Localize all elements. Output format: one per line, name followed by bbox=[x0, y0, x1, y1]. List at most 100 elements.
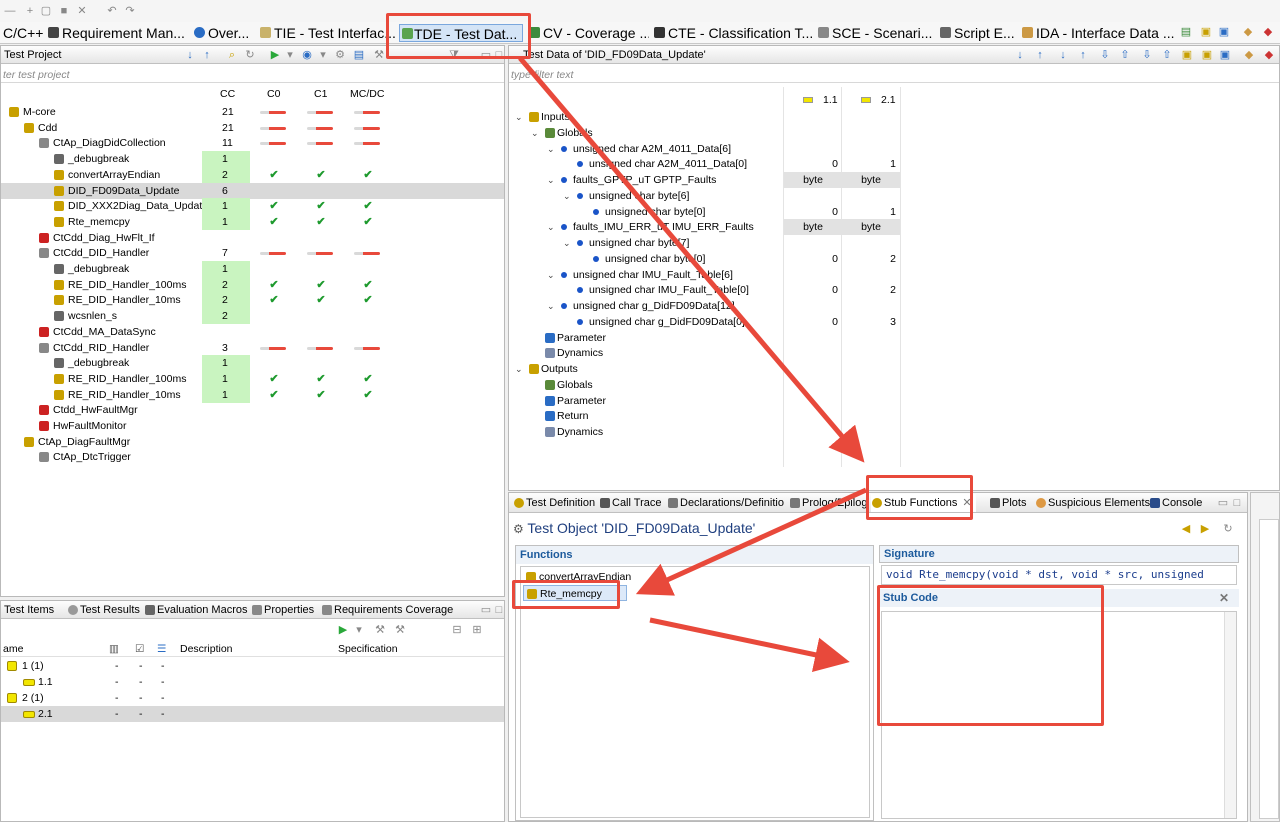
tab-console[interactable]: Console bbox=[1149, 494, 1202, 512]
layout-icon[interactable]: ▣ bbox=[1200, 26, 1212, 38]
tab-test-items[interactable]: Test Items bbox=[1, 601, 54, 618]
export2-icon[interactable]: ⇧ bbox=[1161, 49, 1173, 61]
copy-icon[interactable]: ▢ bbox=[40, 5, 52, 17]
perspective-sce[interactable]: SCE - Scenari... bbox=[818, 24, 936, 42]
expand-icon[interactable]: ⌄ bbox=[547, 298, 555, 314]
test-data-row[interactable]: ⌄ Globals bbox=[509, 125, 1279, 141]
expand-icon[interactable]: ⌄ bbox=[547, 172, 555, 188]
delete-icon[interactable]: ✕ bbox=[76, 5, 88, 17]
expand-icon[interactable]: ⌄ bbox=[531, 125, 539, 141]
open-perspective-icon[interactable]: ▤ bbox=[1180, 26, 1192, 38]
project-tree-row[interactable]: RE_DID_Handler_10ms 2 ✔ ✔ ✔ bbox=[1, 292, 504, 309]
tab-prolog-epilog[interactable]: Prolog/Epilog bbox=[789, 494, 869, 512]
tab-test-results[interactable]: Test Results bbox=[67, 601, 140, 618]
layout-a-icon[interactable]: ▣ bbox=[1181, 49, 1193, 61]
maximize-view-icon[interactable]: □ bbox=[1231, 497, 1243, 509]
perspective-overview[interactable]: Over... bbox=[194, 24, 254, 42]
test-data-row[interactable]: ⌄ faults_IMU_ERR_uT IMU_ERR_Faults byte byt… bbox=[509, 219, 1279, 236]
col-status-icon[interactable]: ▥ bbox=[109, 641, 119, 657]
tab-properties[interactable]: Properties bbox=[251, 601, 314, 618]
expand-icon[interactable]: ⌄ bbox=[563, 235, 571, 251]
tab-plots[interactable]: Plots bbox=[989, 494, 1026, 512]
test-item-row[interactable]: 2 (1) - - - bbox=[1, 690, 504, 706]
import-icon[interactable]: ⇩ bbox=[1099, 49, 1111, 61]
refresh-icon[interactable]: ↻ bbox=[244, 49, 256, 61]
col-c0[interactable]: C0 bbox=[267, 88, 280, 100]
collapse-icon[interactable]: ⊟ bbox=[451, 624, 463, 636]
close-icon[interactable]: ✕ bbox=[1219, 591, 1229, 605]
dropdown2-icon[interactable]: ▾ bbox=[317, 49, 329, 61]
test-data-value[interactable]: byte bbox=[842, 172, 900, 188]
project-tree-row[interactable]: _debugbreak 1 bbox=[1, 151, 504, 168]
expand-icon[interactable]: ⌄ bbox=[547, 141, 555, 157]
test-data-row[interactable]: unsigned char IMU_Fault_Table[0] 0 2 bbox=[509, 282, 1279, 298]
move-up-icon[interactable]: ↑ bbox=[1034, 49, 1046, 61]
tab-test-definition[interactable]: Test Definition bbox=[513, 494, 595, 512]
tool-icon[interactable]: ⚒ bbox=[374, 624, 386, 636]
tab-call-trace[interactable]: Call Trace bbox=[599, 494, 662, 512]
report-icon[interactable]: ▤ bbox=[353, 49, 365, 61]
tab-requirements-coverage[interactable]: Requirements Coverage bbox=[321, 601, 453, 618]
project-tree-row[interactable]: HwFaultMonitor bbox=[1, 418, 504, 434]
test-data-value[interactable]: 0 bbox=[784, 314, 842, 330]
back-icon[interactable]: ◀ bbox=[1180, 523, 1192, 535]
sort-down-icon[interactable]: ↓ bbox=[184, 49, 196, 61]
project-tree-row[interactable]: CtCdd_MA_DataSync bbox=[1, 324, 504, 340]
add-icon[interactable]: + bbox=[24, 5, 36, 17]
export-icon[interactable]: ⇧ bbox=[1119, 49, 1131, 61]
test-data-value[interactable]: 1 bbox=[842, 204, 900, 220]
expand-icon[interactable]: ⌄ bbox=[547, 219, 555, 235]
tools2-icon[interactable]: ⚒ bbox=[373, 49, 385, 61]
test-data-row[interactable]: unsigned char g_DidFD09Data[0] 0 3 bbox=[509, 314, 1279, 330]
project-tree-row[interactable]: _debugbreak 1 bbox=[1, 261, 504, 277]
test-data-row[interactable]: Globals bbox=[509, 377, 1279, 393]
test-data-row[interactable]: Return bbox=[509, 408, 1279, 424]
test-item-row[interactable]: 1 (1) - - - bbox=[1, 658, 504, 674]
test-data-row[interactable]: ⌄ Outputs bbox=[509, 361, 1279, 377]
expand-icon[interactable]: ⌄ bbox=[563, 188, 571, 204]
test-data-value[interactable]: 0 bbox=[784, 251, 842, 267]
minimize-view-icon[interactable]: ▭ bbox=[1217, 497, 1229, 509]
sort-up-icon[interactable]: ↑ bbox=[201, 49, 213, 61]
test-data-value[interactable]: byte bbox=[842, 219, 900, 236]
test-data-row[interactable]: Parameter bbox=[509, 330, 1279, 346]
test-data-row[interactable]: ⌄ Inputs bbox=[509, 109, 1279, 125]
minimize-view-icon[interactable]: ▭ bbox=[480, 604, 492, 616]
test-data-row[interactable]: ⌄ unsigned char A2M_4011_Data[6] bbox=[509, 141, 1279, 157]
project-tree-row[interactable]: RE_DID_Handler_100ms 2 ✔ ✔ ✔ bbox=[1, 276, 504, 293]
project-tree-row[interactable]: wcsnlen_s 2 bbox=[1, 308, 504, 325]
project-tree-row[interactable]: _debugbreak 1 bbox=[1, 355, 504, 372]
test-data-value[interactable]: 1 bbox=[842, 156, 900, 172]
maximize-view-icon[interactable]: □ bbox=[493, 604, 504, 616]
project-tree-row[interactable]: M-core 21 bbox=[1, 104, 504, 120]
perspective-tie[interactable]: TIE - Test Interfac... bbox=[260, 24, 396, 42]
test-data-title[interactable]: Test Data of 'DID_FD09Data_Update' bbox=[509, 49, 706, 61]
refresh-icon[interactable]: ↻ bbox=[1222, 523, 1234, 535]
expand-icon[interactable]: ⌄ bbox=[547, 267, 555, 283]
test-data-row[interactable]: unsigned char byte[0] 0 1 bbox=[509, 204, 1279, 220]
search-icon[interactable]: ⌕ bbox=[226, 49, 238, 61]
tab-declarations[interactable]: Declarations/Definitio bbox=[667, 494, 784, 512]
test-data-value[interactable]: 2 bbox=[842, 251, 900, 267]
signature-field[interactable]: void Rte_memcpy(void * dst, void * src, … bbox=[881, 565, 1237, 585]
layout-b-icon[interactable]: ▣ bbox=[1201, 49, 1213, 61]
move-down2-icon[interactable]: ↓ bbox=[1057, 49, 1069, 61]
expand-icon[interactable]: ⌄ bbox=[515, 109, 523, 125]
col-specification[interactable]: Specification bbox=[338, 641, 398, 657]
test-data-value[interactable]: 0 bbox=[784, 156, 842, 172]
test-data-value[interactable]: 2 bbox=[842, 282, 900, 298]
undo-icon[interactable]: ↶ bbox=[106, 5, 118, 17]
settings-icon[interactable]: ◆ bbox=[1242, 26, 1254, 38]
scrollbar[interactable] bbox=[1224, 612, 1236, 818]
coverage-run-icon[interactable]: ◉ bbox=[301, 49, 313, 61]
tools-icon[interactable]: ⚙ bbox=[334, 49, 346, 61]
tab-suspicious-elements[interactable]: Suspicious Elements bbox=[1035, 494, 1150, 512]
run-icon[interactable]: ▶ bbox=[337, 624, 349, 636]
tab-evaluation-macros[interactable]: Evaluation Macros bbox=[144, 601, 248, 618]
test-data-value[interactable]: byte bbox=[784, 172, 842, 188]
test-data-row[interactable]: ⌄ unsigned char byte[7] bbox=[509, 235, 1279, 251]
test-data-value[interactable]: 0 bbox=[784, 282, 842, 298]
col-check-icon[interactable]: ☑ bbox=[135, 641, 144, 657]
test-data-row[interactable]: ⌄ unsigned char g_DidFD09Data[12] bbox=[509, 298, 1279, 314]
test-data-row[interactable]: unsigned char A2M_4011_Data[0] 0 1 bbox=[509, 156, 1279, 172]
